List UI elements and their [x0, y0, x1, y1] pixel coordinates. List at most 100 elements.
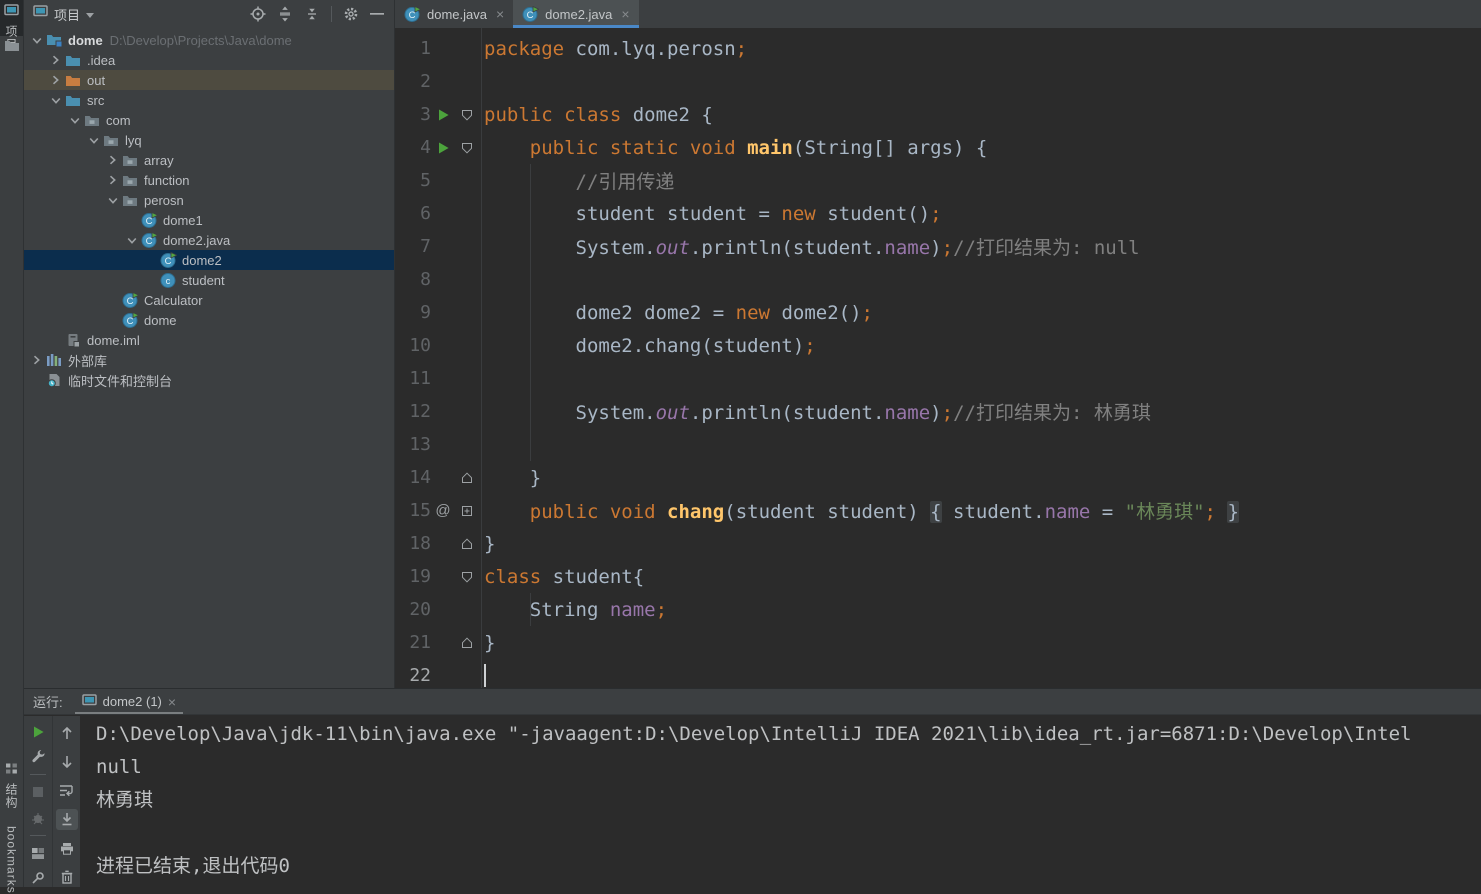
tree-item-dome[interactable]: Cdome	[24, 310, 394, 330]
code-text[interactable]: }	[481, 632, 495, 654]
code-line-22[interactable]: 22	[395, 659, 1481, 688]
stop-icon[interactable]	[27, 784, 49, 801]
code-area[interactable]: 1 package com.lyq.perosn; 2 3 public class d…	[395, 28, 1481, 688]
code-line-20[interactable]: 20 String name;	[395, 593, 1481, 626]
print-icon[interactable]	[56, 838, 78, 859]
tree-item-function[interactable]: function	[24, 170, 394, 190]
down-icon[interactable]	[56, 752, 78, 773]
tree-item-out[interactable]: out	[24, 70, 394, 90]
soft-wrap-icon[interactable]	[56, 780, 78, 801]
chevron-right-icon[interactable]	[47, 55, 64, 65]
restore-layout-icon[interactable]	[27, 845, 49, 862]
code-text[interactable]: dome2 dome2 = new dome2();	[481, 302, 873, 324]
fold-end-icon[interactable]	[455, 471, 479, 484]
code-line-3[interactable]: 3 public class dome2 {	[395, 98, 1481, 131]
chevron-right-icon[interactable]	[104, 175, 121, 185]
code-line-4[interactable]: 4 public static void main(String[] args)…	[395, 131, 1481, 164]
fold-open-icon[interactable]	[455, 109, 479, 121]
tree-item-src[interactable]: src	[24, 90, 394, 110]
code-text[interactable]: class student{	[481, 566, 644, 588]
hide-icon[interactable]	[370, 12, 384, 16]
fold-open-icon[interactable]	[455, 571, 479, 583]
tree-item-临时文件和控制台[interactable]: 临时文件和控制台	[24, 370, 394, 390]
code-line-12[interactable]: 12 System.out.println(student.name);//打印…	[395, 395, 1481, 428]
code-line-2[interactable]: 2	[395, 65, 1481, 98]
code-text[interactable]: public class dome2 {	[481, 104, 713, 126]
tree-item-dome1[interactable]: Cdome1	[24, 210, 394, 230]
chevron-down-icon[interactable]	[85, 136, 102, 145]
code-line-10[interactable]: 10 dome2.chang(student);	[395, 329, 1481, 362]
close-icon[interactable]: ×	[621, 6, 629, 22]
fold-end-icon[interactable]	[455, 537, 479, 550]
up-icon[interactable]	[56, 723, 78, 744]
code-line-1[interactable]: 1 package com.lyq.perosn;	[395, 32, 1481, 65]
editor-tab-dome.java[interactable]: Cdome.java ×	[395, 0, 513, 28]
stripe-tab-bookmarks[interactable]: bookmarks	[0, 822, 23, 894]
code-line-19[interactable]: 19 class student{	[395, 560, 1481, 593]
code-line-6[interactable]: 6 student student = new student();	[395, 197, 1481, 230]
code-text[interactable]: package com.lyq.perosn;	[481, 38, 747, 60]
expand-all-icon[interactable]	[277, 6, 293, 22]
tree-item-student[interactable]: c student	[24, 270, 394, 290]
code-line-11[interactable]: 11	[395, 362, 1481, 395]
tree-item-lyq[interactable]: lyq	[24, 130, 394, 150]
tree-item-dome[interactable]: dome D:\Develop\Projects\Java\dome	[24, 30, 394, 50]
tree-item-dome.iml[interactable]: dome.iml	[24, 330, 394, 350]
console-output[interactable]: D:\Develop\Java\jdk-11\bin\java.exe "-ja…	[80, 716, 1481, 887]
tree-item-array[interactable]: array	[24, 150, 394, 170]
project-view-title[interactable]: 项目	[54, 5, 80, 24]
code-line-9[interactable]: 9 dome2 dome2 = new dome2();	[395, 296, 1481, 329]
fold-plus-icon[interactable]	[455, 505, 479, 517]
chevron-down-icon[interactable]	[104, 196, 121, 205]
tree-item-com[interactable]: com	[24, 110, 394, 130]
code-line-5[interactable]: 5 //引用传递	[395, 164, 1481, 197]
scroll-to-end-icon[interactable]	[55, 809, 78, 830]
tree-item-dome2[interactable]: Cdome2	[24, 250, 394, 270]
chevron-down-icon[interactable]	[28, 36, 45, 45]
code-line-14[interactable]: 14 }	[395, 461, 1481, 494]
close-icon[interactable]: ×	[496, 6, 504, 22]
rerun-icon[interactable]	[27, 723, 49, 740]
code-text[interactable]: student student = new student();	[481, 203, 942, 225]
code-line-15[interactable]: 15 @ public void chang(student student) {…	[395, 494, 1481, 527]
tree-item-外部库[interactable]: 外部库	[24, 350, 394, 370]
run-gutter-icon[interactable]	[431, 108, 455, 122]
settings-icon[interactable]	[343, 6, 359, 22]
pin-icon[interactable]	[27, 870, 49, 887]
code-line-8[interactable]: 8	[395, 263, 1481, 296]
fold-open-icon[interactable]	[455, 142, 479, 154]
code-text[interactable]: //引用传递	[481, 167, 675, 194]
tree-item-Calculator[interactable]: C Calculator	[24, 290, 394, 310]
code-text[interactable]: String name;	[481, 599, 667, 621]
run-tab[interactable]: dome2 (1) ×	[74, 689, 184, 714]
code-line-13[interactable]: 13	[395, 428, 1481, 461]
code-line-18[interactable]: 18}	[395, 527, 1481, 560]
code-text[interactable]: public static void main(String[] args) {	[481, 137, 988, 159]
chevron-down-icon[interactable]	[66, 116, 83, 125]
code-text[interactable]: }	[481, 467, 541, 489]
chevron-down-icon[interactable]	[123, 236, 140, 245]
code-text[interactable]: }	[481, 533, 495, 555]
collapse-all-icon[interactable]	[304, 6, 320, 22]
editor-tab-dome2.java[interactable]: Cdome2.java ×	[513, 0, 639, 28]
settings-wrench-icon[interactable]	[27, 748, 49, 765]
stripe-folder-icon[interactable]	[0, 39, 23, 52]
chevron-down-icon[interactable]	[86, 12, 95, 18]
code-text[interactable]: System.out.println(student.name);//打印结果为…	[481, 398, 1151, 425]
close-icon[interactable]: ×	[168, 694, 176, 710]
code-line-7[interactable]: 7 System.out.println(student.name);//打印结…	[395, 230, 1481, 263]
code-line-21[interactable]: 21}	[395, 626, 1481, 659]
clear-icon[interactable]	[56, 866, 78, 887]
chevron-down-icon[interactable]	[47, 96, 64, 105]
fold-end-icon[interactable]	[455, 636, 479, 649]
run-gutter-icon[interactable]	[431, 141, 455, 155]
code-text[interactable]: System.out.println(student.name);//打印结果为…	[481, 233, 1140, 260]
tree-item-dome2.java[interactable]: Cdome2.java	[24, 230, 394, 250]
chevron-right-icon[interactable]	[28, 355, 45, 365]
chevron-right-icon[interactable]	[104, 155, 121, 165]
stripe-tab-project[interactable]: 项目	[0, 0, 23, 51]
stripe-tab-structure[interactable]: 结构	[0, 758, 23, 814]
locate-icon[interactable]	[250, 6, 266, 22]
tree-item-perosn[interactable]: perosn	[24, 190, 394, 210]
tree-item-.idea[interactable]: .idea	[24, 50, 394, 70]
